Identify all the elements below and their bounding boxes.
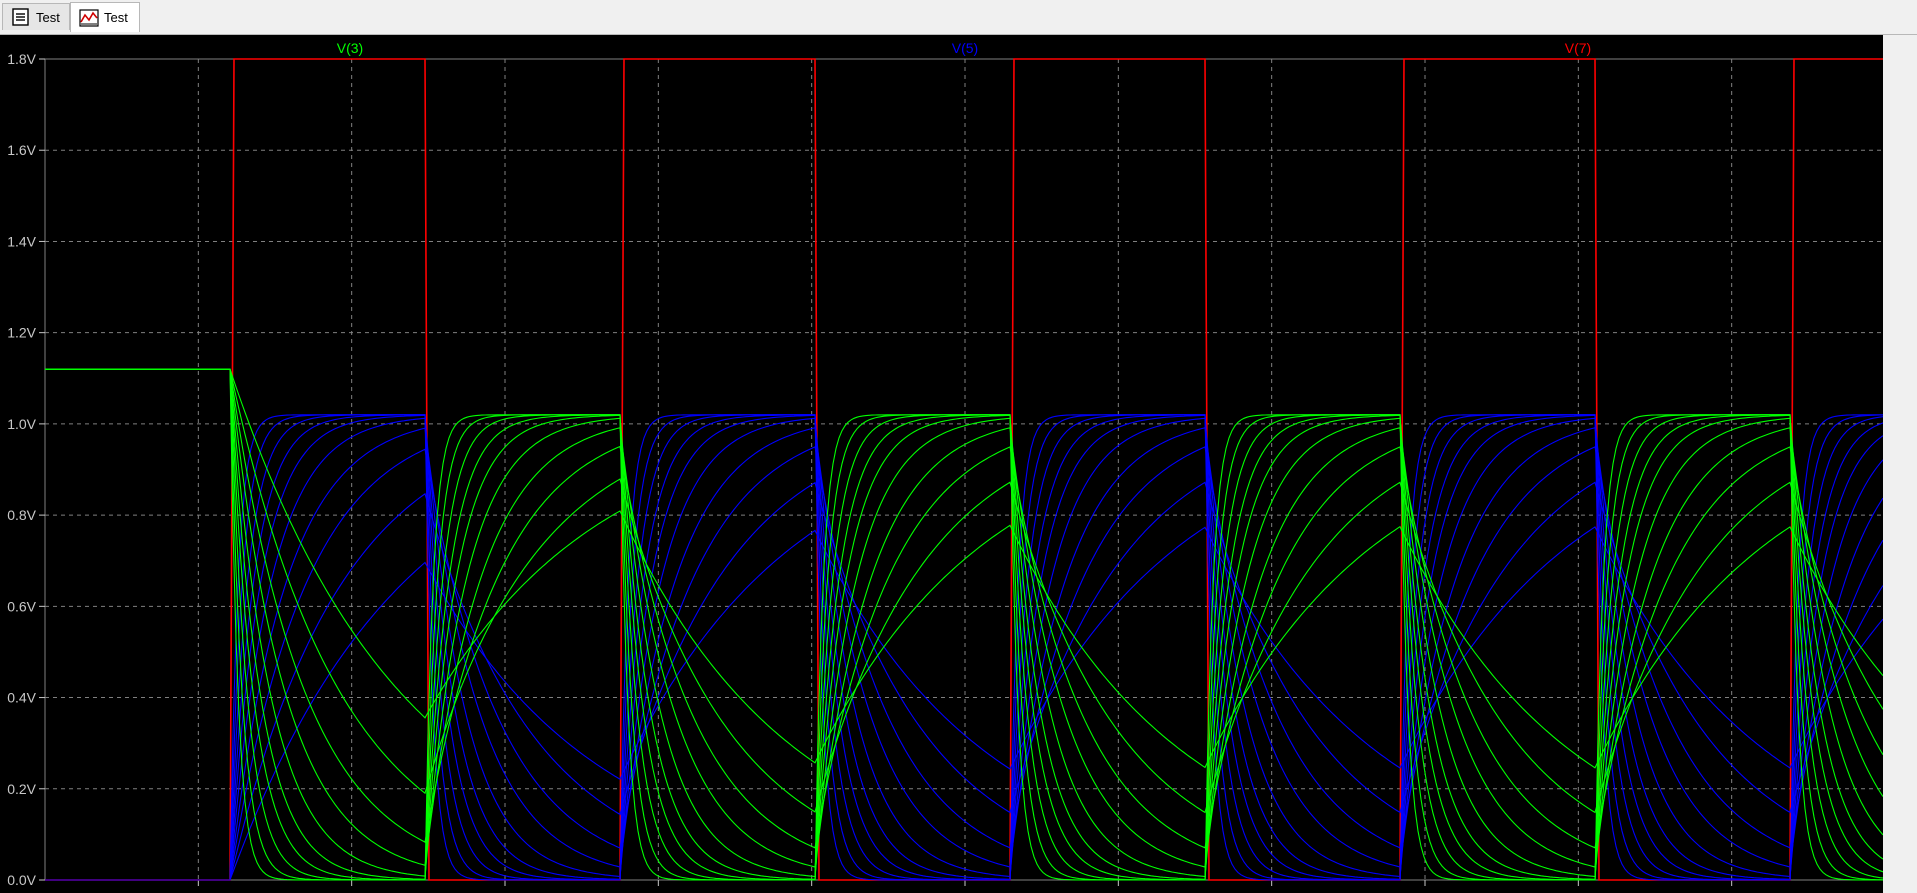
series-V(3)-curve (45, 368, 1884, 814)
waveform-chart: 0.0V 0.2V 0.4V 0.6V 0.8V 1.0V 1.2V 1.4V 1.6V 1.8V… (7, 40, 1917, 888)
y-tick-label: 0.8V (7, 507, 36, 523)
y-tick-label: 1.8V (7, 51, 36, 67)
y-tick-label: 1.2V (7, 325, 36, 341)
x-axis (197, 880, 1733, 886)
series-V(3)-curve (45, 368, 1884, 881)
y-tick-label: 0.0V (7, 872, 36, 888)
legend-item: V(3) (337, 40, 363, 56)
y-tick-label: 0.2V (7, 781, 36, 797)
series-V(3)-curve (45, 368, 1883, 881)
tab-label: Test (36, 9, 60, 25)
y-axis: 0.0V 0.2V 0.4V 0.6V 0.8V 1.0V 1.2V 1.4V 1.6V 1.8V (7, 51, 45, 888)
tab-netlist[interactable]: Test (2, 3, 70, 30)
series (45, 58, 1917, 881)
y-tick-label: 0.6V (7, 598, 36, 614)
waveform-icon (79, 8, 99, 27)
series-V(3)-curve (45, 368, 1884, 881)
y-tick-label: 0.4V (7, 690, 36, 706)
legend-item: V(7) (1565, 40, 1591, 56)
waveform-plot[interactable]: 0.0V 0.2V 0.4V 0.6V 0.8V 1.0V 1.2V 1.4V 1.6V 1.8V… (0, 35, 1917, 893)
y-tick-label: 1.6V (7, 142, 36, 158)
legend-item: V(5) (952, 40, 978, 56)
legend: V(3) V(5) V(7) (337, 40, 1591, 56)
y-tick-label: 1.0V (7, 416, 36, 432)
tab-label: Test (104, 10, 128, 25)
netlist-icon (12, 8, 29, 26)
series-V(3)-curve (45, 368, 1884, 880)
tab-waveform[interactable]: Test (70, 2, 140, 32)
tab-bar: Test Test (0, 0, 1917, 35)
y-tick-label: 1.4V (7, 233, 36, 249)
series-V(3)-curve (45, 368, 1884, 881)
series-V(7) (45, 58, 1917, 881)
grid (44, 58, 1886, 881)
window-edge (1883, 35, 1917, 893)
